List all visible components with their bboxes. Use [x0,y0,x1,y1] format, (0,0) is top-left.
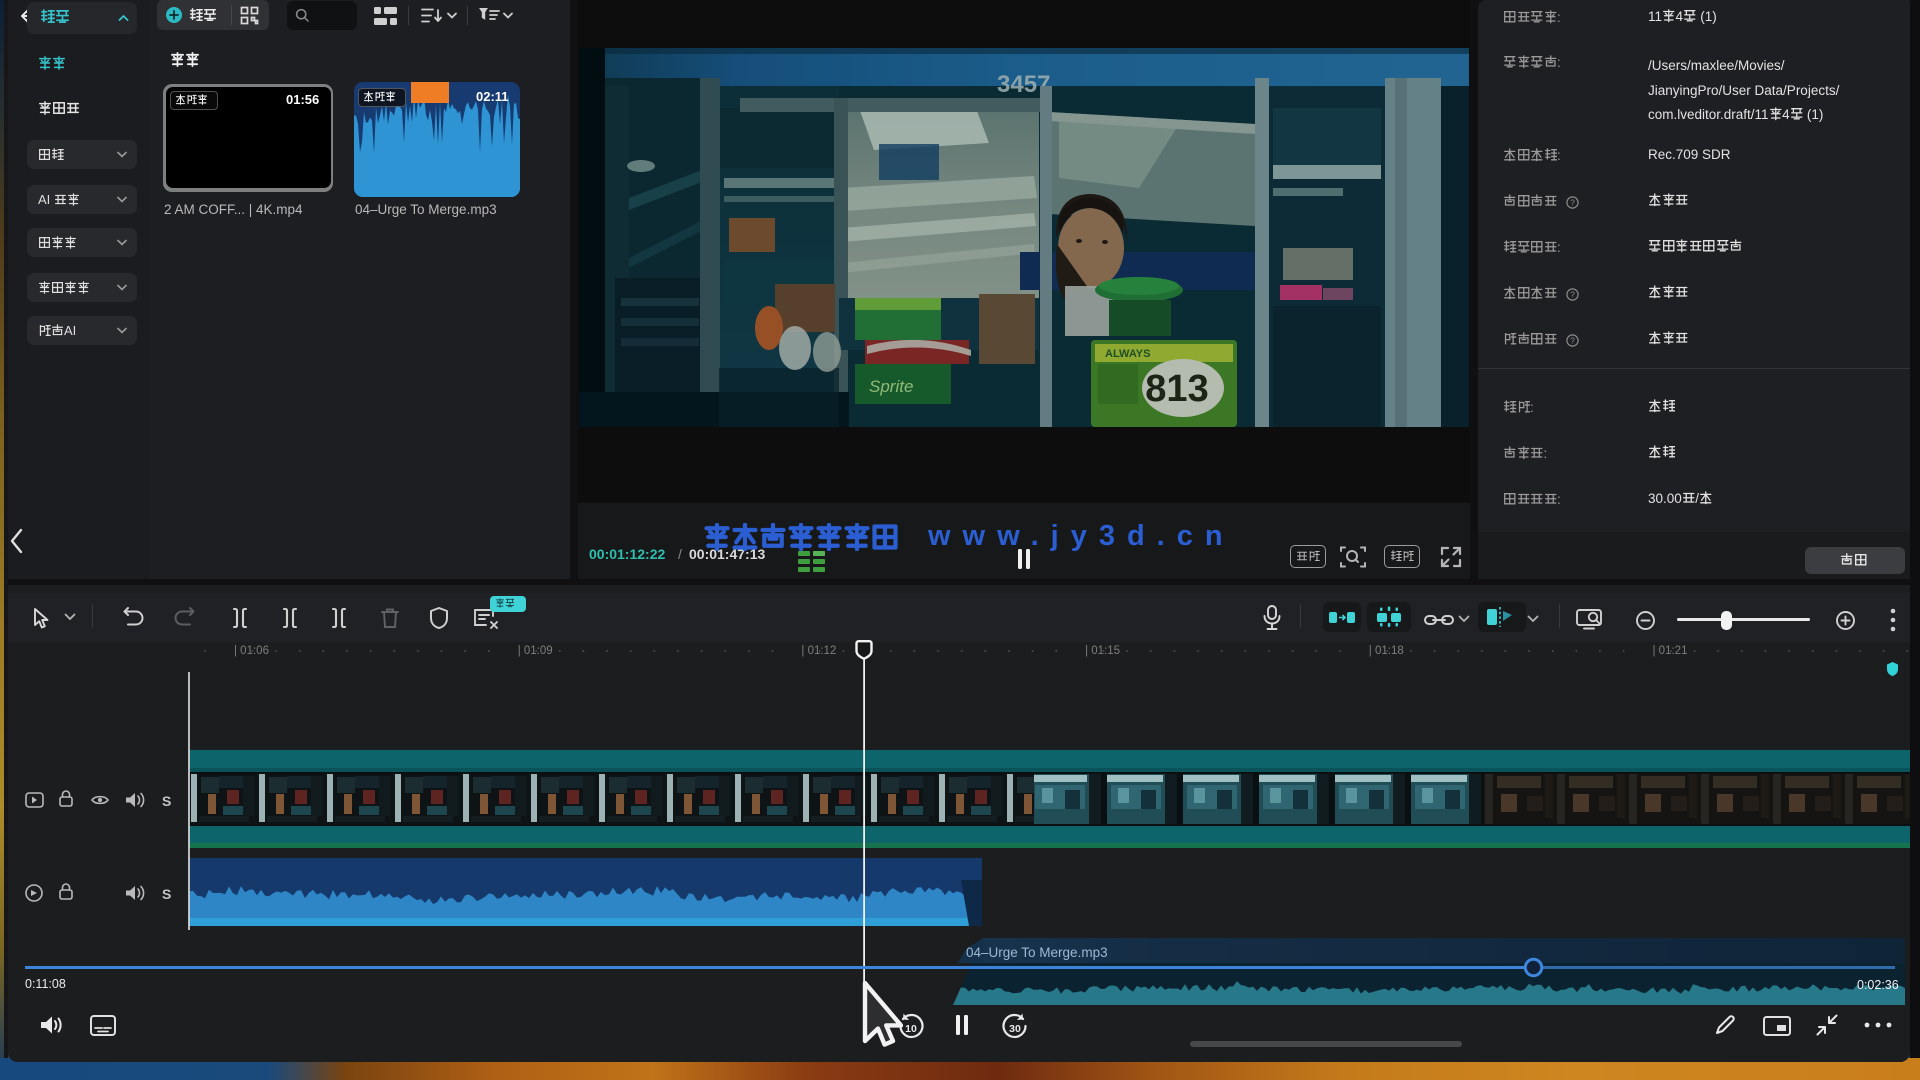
svg-text:04–Urge To Merge.mp3: 04–Urge To Merge.mp3 [966,945,1108,960]
svg-text:?: ? [1570,289,1575,299]
svg-text:?: ? [1570,197,1575,207]
svg-text:| 01:09: | 01:09 [518,645,553,657]
svg-text:10: 10 [905,1023,917,1035]
svg-text:30: 30 [1009,1023,1021,1035]
svg-text:?: ? [1570,335,1575,345]
svg-text:S: S [162,886,171,902]
svg-text:| 01:15: | 01:15 [1085,645,1120,657]
svg-text:| 01:18: | 01:18 [1369,645,1404,657]
svg-text:| 01:06: | 01:06 [234,645,269,657]
svg-text:S: S [162,793,171,809]
svg-text:| 01:12: | 01:12 [801,645,836,657]
svg-text:| 01:21: | 01:21 [1653,645,1688,657]
